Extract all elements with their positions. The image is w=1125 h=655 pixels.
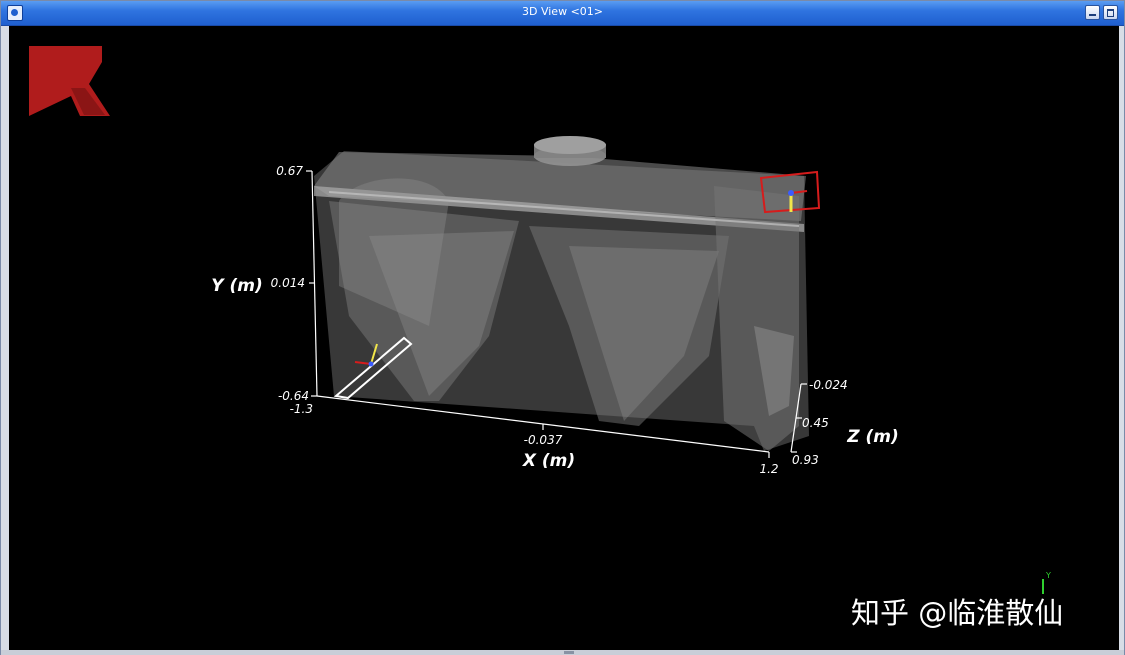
y-axis-label: Y (m) (211, 276, 262, 296)
z-tick-2: 0.93 (792, 453, 819, 467)
window-title: 3D View <01> (522, 5, 603, 18)
status-strip (1, 650, 1124, 655)
brand-logo (29, 46, 110, 116)
z-tick-0: -0.024 (809, 378, 848, 392)
y-tick-2: -0.64 (278, 389, 309, 403)
minimize-button[interactable] (1085, 5, 1100, 20)
x-tick-2: 1.2 (759, 462, 778, 476)
3d-viewport[interactable]: 0.67 0.014 -0.64 Y (m) -1.3 -0.037 1.2 X… (9, 26, 1119, 650)
resize-grip[interactable] (564, 651, 574, 654)
z-axis-label: Z (m) (846, 427, 899, 447)
watermark: 知乎 @临淮散仙 (851, 596, 1064, 630)
scene-svg[interactable]: 0.67 0.014 -0.64 Y (m) -1.3 -0.037 1.2 X… (9, 26, 1119, 650)
title-bar[interactable]: 3D View <01> (1, 1, 1124, 26)
y-tick-1: 0.014 (271, 276, 305, 290)
y-tick-0: 0.67 (276, 164, 303, 178)
maximize-button[interactable] (1103, 5, 1118, 20)
x-tick-0: -1.3 (290, 402, 313, 416)
app-window: 3D View <01> 0.67 0.014 -0.64 Y (m) -1.3… (0, 0, 1125, 655)
tank-model[interactable] (314, 136, 809, 451)
z-tick-1: 0.45 (802, 416, 829, 430)
x-axis-label: X (m) (522, 451, 575, 471)
x-tick-1: -0.037 (524, 433, 563, 447)
triad-y-label: Y (1045, 571, 1051, 580)
